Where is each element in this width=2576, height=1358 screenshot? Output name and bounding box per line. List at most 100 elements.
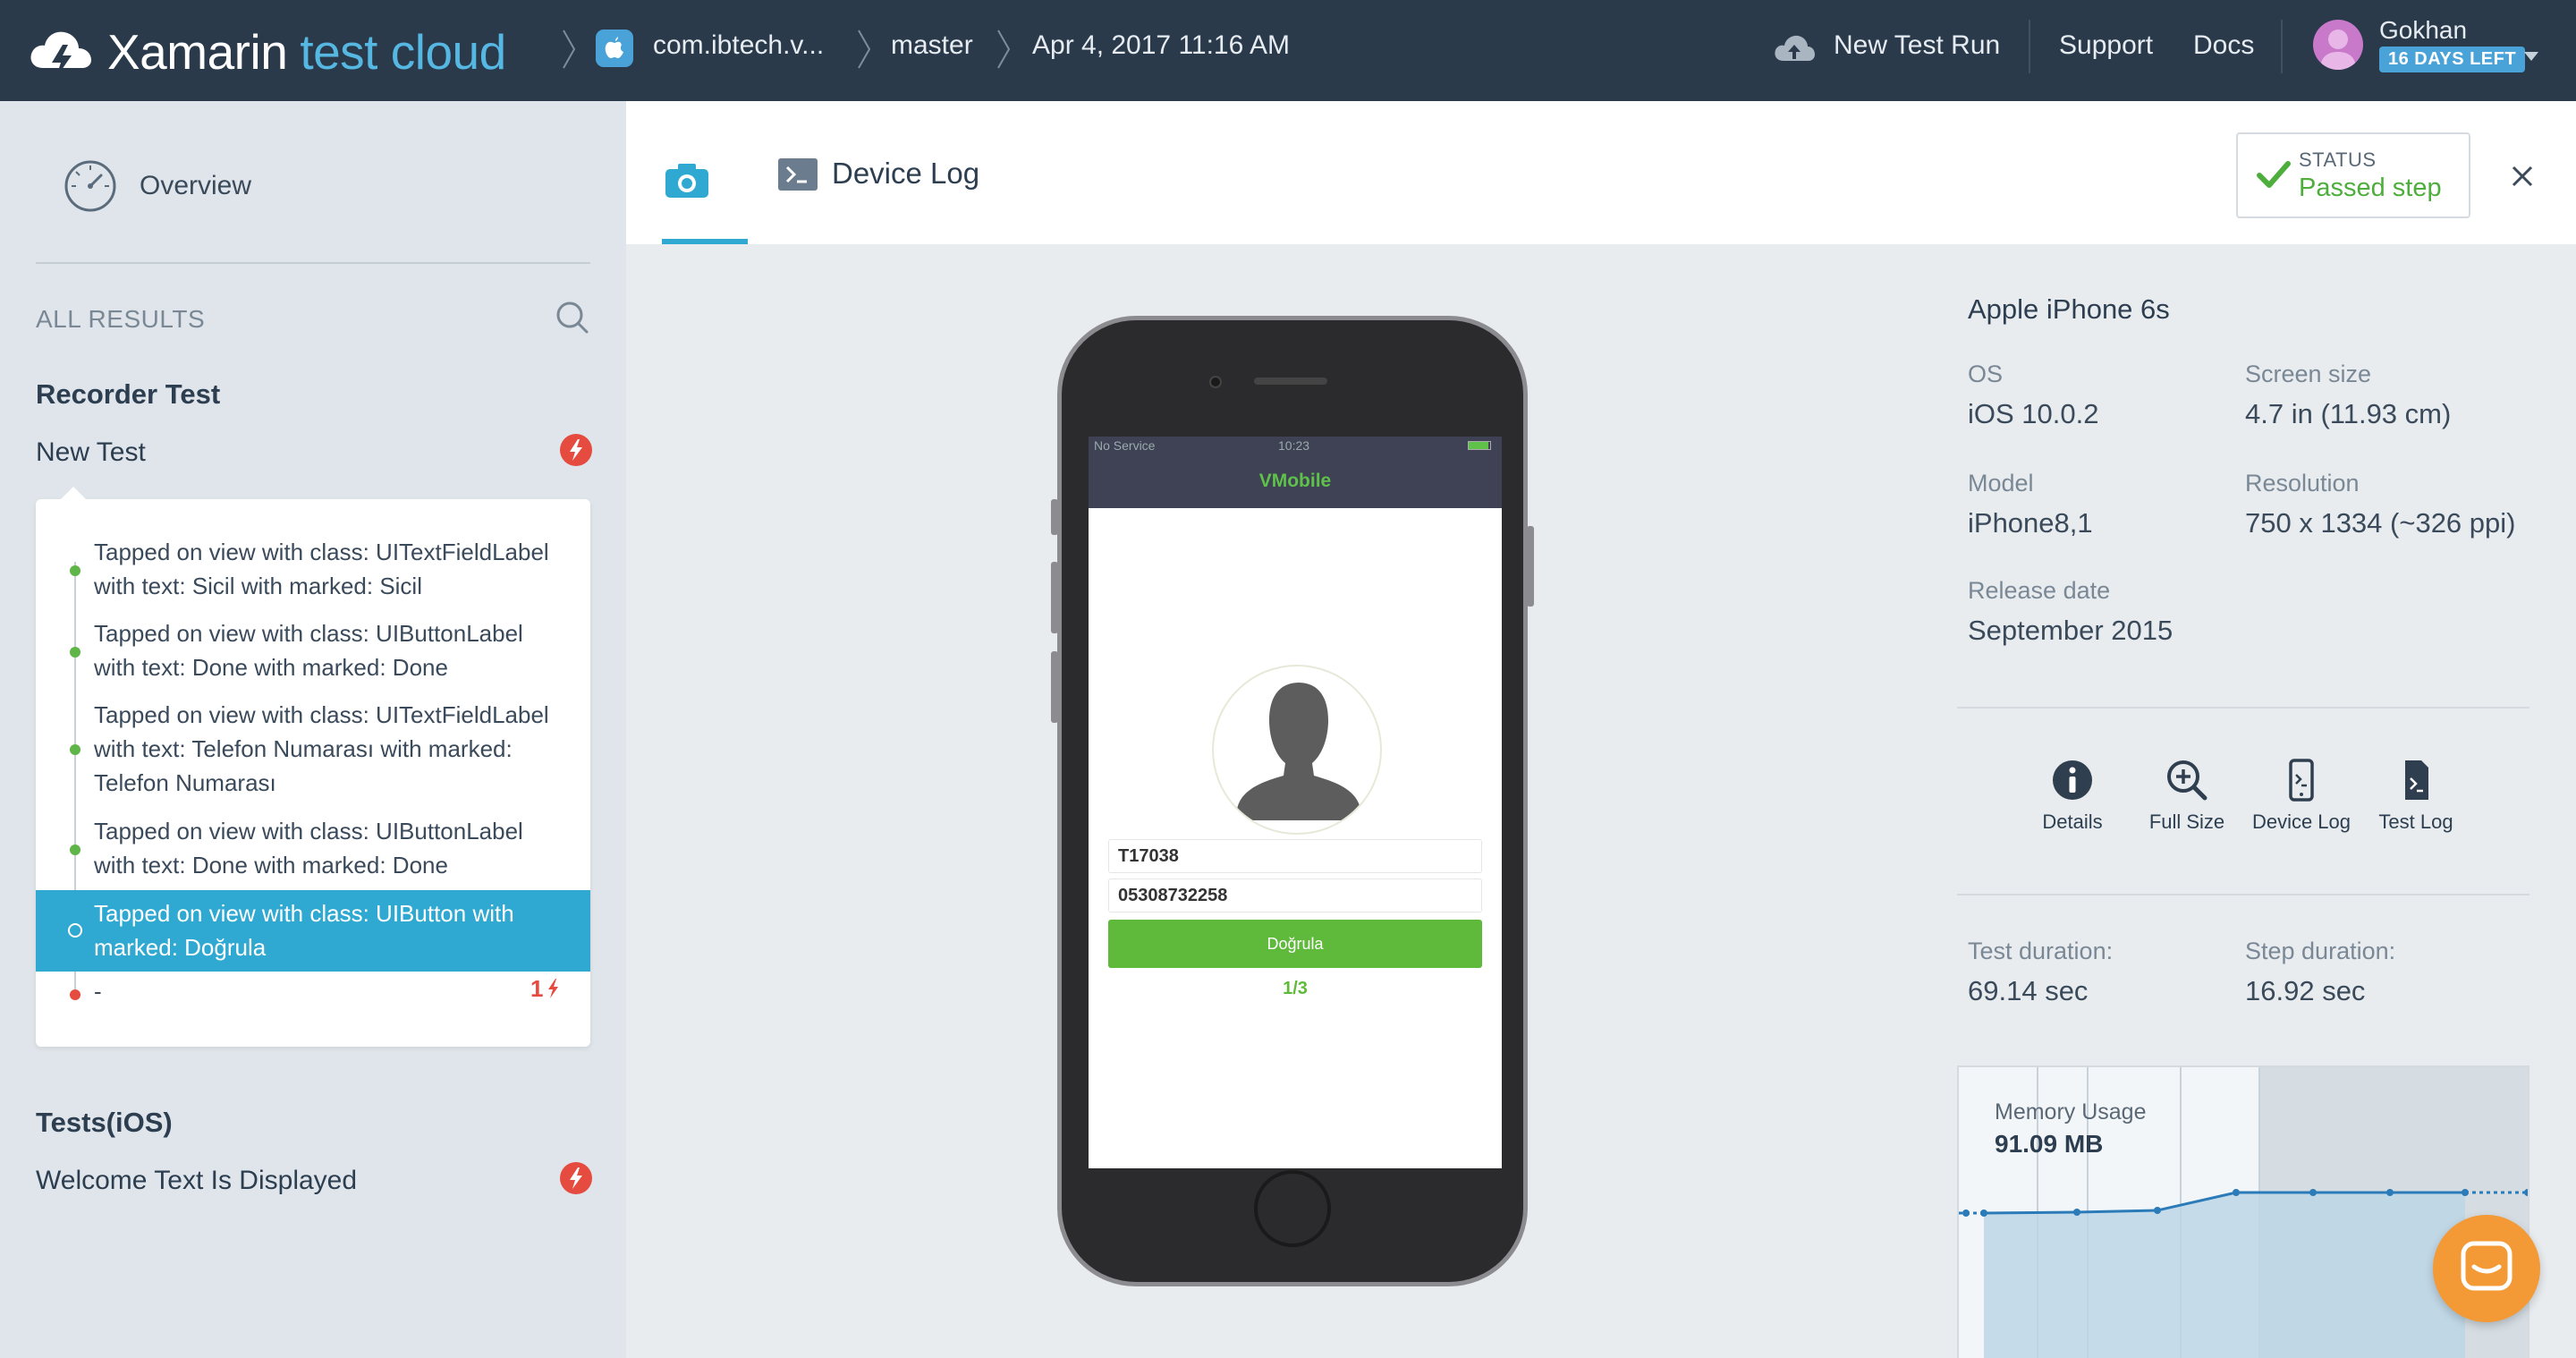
- details-label: Details: [2042, 811, 2103, 833]
- step-duration-value: 16.92 sec: [2245, 975, 2366, 1006]
- step-pass-dot: [70, 845, 80, 855]
- screen-size-value: 4.7 in (11.93 cm): [2245, 398, 2452, 429]
- release-date-label: Release date: [1968, 577, 2111, 604]
- tabs-bar: Device Log STATUS Passed step: [626, 101, 2576, 244]
- clock-text: 10:23: [1278, 438, 1310, 453]
- user-name[interactable]: Gokhan: [2379, 16, 2467, 45]
- brand-subtitle: test cloud: [300, 24, 506, 80]
- memory-usage-value: 91.09 MB: [1995, 1130, 2104, 1158]
- phone-number-input: 05308732258: [1108, 878, 1482, 912]
- all-results-heading: ALL RESULTS: [36, 305, 206, 333]
- phone-speaker: [1254, 378, 1327, 385]
- support-link[interactable]: Support: [2059, 30, 2153, 61]
- phone-camera: [1209, 376, 1222, 388]
- sicil-input: T17038: [1108, 839, 1482, 873]
- brand-logo[interactable]: Xamarin test cloud: [27, 16, 506, 88]
- app-icon: [596, 30, 633, 67]
- lightning-icon: [570, 1167, 582, 1189]
- step-item[interactable]: Tapped on view with class: UITextFieldLa…: [36, 535, 590, 607]
- breadcrumb-app[interactable]: com.ibtech.v...: [653, 30, 824, 61]
- lightning-icon: [570, 439, 582, 461]
- welcome-test-item[interactable]: Welcome Text Is Displayed: [36, 1166, 357, 1196]
- overview-nav-item[interactable]: Overview: [63, 158, 251, 214]
- document-log-icon: [2405, 760, 2428, 800]
- dashboard-gauge-icon: [64, 160, 116, 212]
- device-log-label: Device Log: [2251, 811, 2351, 833]
- steps-list: Tapped on view with class: UITextFieldLa…: [36, 487, 590, 1047]
- tab-device-log[interactable]: Device Log: [832, 157, 979, 191]
- full-size-button[interactable]: Full Size: [2129, 759, 2245, 834]
- step-text: Tapped on view with class: UITextFieldLa…: [94, 539, 549, 599]
- ios-tests-heading: Tests(iOS): [36, 1107, 173, 1138]
- avatar[interactable]: [2313, 20, 2363, 70]
- memory-usage-label: Memory Usage: [1995, 1099, 2147, 1125]
- device-screenshot[interactable]: No Service 10:23 VMobile T17038 05308732…: [1051, 316, 1534, 1286]
- user-silhouette-icon: [2320, 30, 2356, 70]
- phone-screen: No Service 10:23 VMobile T17038 05308732…: [1089, 437, 1502, 1168]
- chevron-right-icon: [858, 30, 871, 69]
- full-size-label: Full Size: [2148, 811, 2225, 833]
- model-value: iPhone8,1: [1968, 507, 2093, 539]
- battery-icon: [1468, 441, 1491, 450]
- chevron-right-icon: [563, 30, 576, 69]
- phone-mute-switch: [1051, 499, 1058, 535]
- top-bar: Xamarin test cloud com.ibtech.v... maste…: [0, 0, 2576, 101]
- breadcrumb-branch[interactable]: master: [891, 30, 973, 61]
- ios-status-bar: No Service 10:23: [1089, 437, 1502, 454]
- breadcrumb-date[interactable]: Apr 4, 2017 11:16 AM: [1032, 30, 1290, 61]
- lightning-icon: [548, 979, 559, 998]
- step-item[interactable]: Tapped on view with class: UITextFieldLa…: [36, 698, 590, 802]
- main-content: No Service 10:23 VMobile T17038 05308732…: [626, 244, 2576, 1358]
- phone-volume-up: [1051, 562, 1058, 633]
- carrier-text: No Service: [1094, 438, 1156, 453]
- chat-icon: [2461, 1241, 2512, 1291]
- failure-count: 1: [530, 975, 561, 1003]
- docs-link[interactable]: Docs: [2193, 30, 2254, 61]
- search-icon[interactable]: [555, 300, 590, 335]
- screen-size-label: Screen size: [2245, 361, 2372, 387]
- step-item[interactable]: Tapped on view with class: UIButtonLabel…: [36, 616, 590, 688]
- step-item-selected[interactable]: Tapped on view with class: UIButton with…: [36, 890, 590, 972]
- step-pass-dot: [70, 744, 80, 755]
- failure-badge: [560, 434, 592, 466]
- test-log-button[interactable]: Test Log: [2358, 759, 2474, 834]
- step-text: Tapped on view with class: UITextFieldLa…: [94, 701, 549, 796]
- step-fail-dot: [70, 989, 80, 1000]
- zoom-in-icon: [2167, 760, 2207, 801]
- caret-down-icon[interactable]: [2522, 50, 2540, 63]
- test-log-label: Test Log: [2378, 811, 2453, 833]
- camera-icon[interactable]: [662, 155, 712, 205]
- new-test-run-link[interactable]: New Test Run: [1834, 30, 2000, 61]
- phone-log-icon: [2289, 759, 2314, 802]
- phone-power-button: [1527, 526, 1534, 607]
- model-label: Model: [1968, 470, 2034, 497]
- chat-launcher-button[interactable]: [2433, 1215, 2540, 1322]
- verify-button: Doğrula: [1108, 920, 1482, 968]
- divider: [1957, 707, 2529, 709]
- brand-name: Xamarin: [107, 24, 288, 80]
- trial-days-badge: 16 DAYS LEFT: [2379, 47, 2526, 72]
- cloud-bolt-icon: [30, 31, 91, 79]
- terminal-icon[interactable]: [778, 158, 818, 191]
- profile-placeholder-icon: [1212, 665, 1382, 835]
- status-caption: STATUS: [2299, 149, 2377, 171]
- phone-volume-down: [1051, 651, 1058, 723]
- step-duration-label: Step duration:: [2245, 938, 2396, 964]
- info-icon: [2053, 760, 2092, 800]
- details-button[interactable]: Details: [2014, 759, 2131, 834]
- overview-label: Overview: [140, 171, 252, 200]
- status-value: Passed step: [2299, 174, 2442, 202]
- cloud-upload-icon: [1775, 35, 1815, 61]
- device-title: Apple iPhone 6s: [1968, 293, 2170, 325]
- divider: [2281, 20, 2283, 73]
- device-log-button[interactable]: Device Log: [2243, 759, 2360, 834]
- release-date-value: September 2015: [1968, 615, 2174, 646]
- step-pass-dot: [70, 565, 80, 576]
- step-text[interactable]: -: [94, 978, 102, 1006]
- test-duration-value: 69.14 sec: [1968, 975, 2089, 1006]
- close-icon[interactable]: [2504, 158, 2540, 194]
- resolution-value: 750 x 1334 (~326 ppi): [2245, 507, 2516, 539]
- step-item[interactable]: Tapped on view with class: UIButtonLabel…: [36, 814, 590, 886]
- step-text: Tapped on view with class: UIButton with…: [94, 900, 514, 961]
- new-test-item[interactable]: New Test: [36, 437, 146, 468]
